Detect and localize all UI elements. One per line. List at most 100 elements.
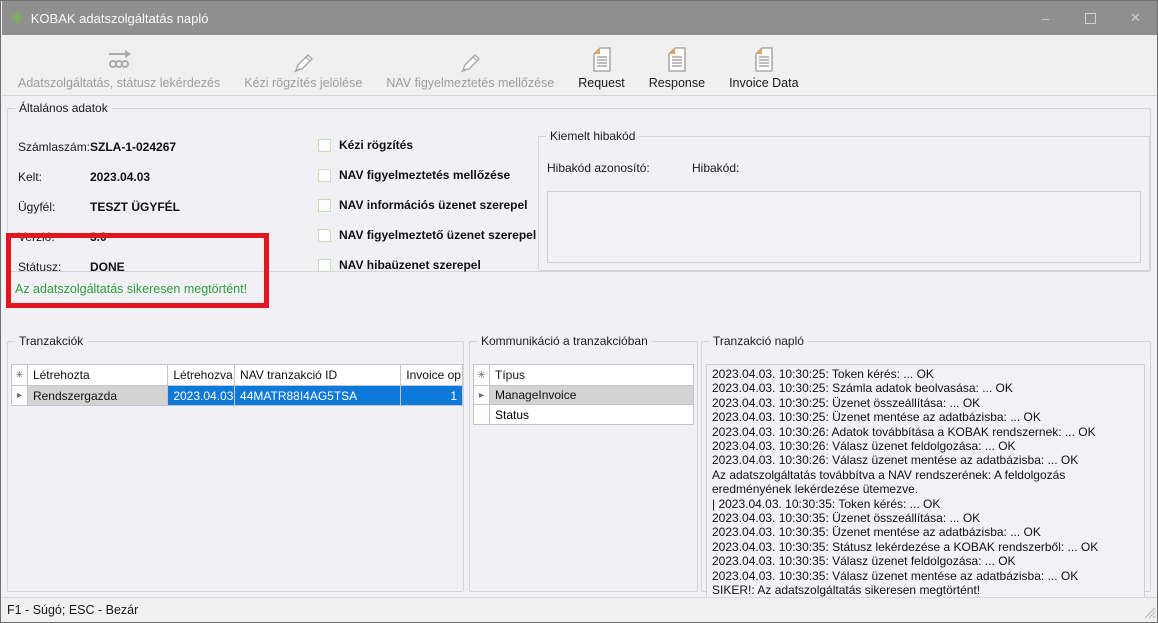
log-line: 2023.04.03. 10:30:26: Válasz üzenet ment… — [712, 453, 1139, 467]
toolbar-button-label: Response — [649, 76, 705, 90]
log-line: 2023.04.03. 10:30:25: Token kérés: ... O… — [712, 367, 1139, 381]
log-line: | 2023.04.03. 10:30:35: Token kérés: ...… — [712, 497, 1139, 511]
status-value: DONE — [90, 260, 125, 274]
log-line: 2023.04.03. 10:30:35: Üzenet összeállítá… — [712, 511, 1139, 525]
communication-row[interactable]: Status — [474, 405, 693, 424]
app-window: ❋ KOBAK adatszolgáltatás napló – ✕ Adats… — [0, 0, 1158, 623]
row-pointer-icon: ▸ — [12, 386, 28, 405]
log-line: Az adatszolgáltatás továbbítva a NAV ren… — [712, 468, 1139, 497]
resize-grip[interactable] — [1143, 606, 1156, 619]
toolbar-button-label: NAV figyelmeztetés mellőzése — [386, 76, 554, 90]
cell-nav-transaction-id[interactable]: 44MATR88I4AG5TSA — [235, 386, 401, 405]
column-header-type[interactable]: Típus — [490, 365, 693, 385]
toolbar-button-manual-entry[interactable]: Kézi rögzítés jelölése — [232, 35, 374, 95]
toolbar-button-label: Adatszolgáltatás, státusz lekérdezés — [18, 76, 220, 90]
success-message: Az adatszolgáltatás sikeresen megtörtént… — [15, 282, 247, 296]
transactions-group: Tranzakciók ✳ Létrehozta Létrehozva NAV … — [7, 334, 464, 592]
checkbox-label: Kézi rögzítés — [339, 138, 413, 152]
pen-icon — [290, 43, 316, 76]
toolbar-button-label: Kézi rögzítés jelölése — [244, 76, 362, 90]
log-line: 2023.04.03. 10:30:25: Üzenet összeállítá… — [712, 396, 1139, 410]
general-data-group-title: Általános adatok — [15, 101, 112, 115]
checkbox-nav-info-message[interactable]: NAV információs üzenet szerepel — [318, 198, 528, 212]
general-data-group: Általános adatok Számlaszám: SZLA-1-0242… — [7, 101, 1151, 272]
row-indicator-cell — [474, 405, 490, 424]
minimize-button[interactable]: – — [1023, 1, 1068, 35]
log-line: 2023.04.03. 10:30:25: Üzenet mentése az … — [712, 410, 1139, 424]
maximize-button[interactable] — [1068, 1, 1113, 35]
cell-type[interactable]: ManageInvoice — [490, 386, 693, 404]
app-icon: ❋ — [11, 11, 23, 25]
toolbar-button-label: Request — [578, 76, 625, 90]
log-line: SIKER!: Az adatszolgáltatás sikeresen me… — [712, 583, 1139, 597]
error-code-label: Hibakód: — [692, 161, 739, 175]
error-code-textarea[interactable] — [547, 191, 1141, 263]
error-code-id-label: Hibakód azonosító: — [547, 161, 650, 175]
customer-label: Ügyfél: — [18, 200, 55, 214]
invoice-number-label: Számlaszám: — [18, 140, 90, 154]
toolbar-button-request[interactable]: Request — [566, 35, 637, 95]
title-bar: ❋ KOBAK adatszolgáltatás napló – ✕ — [2, 1, 1158, 35]
cell-type[interactable]: Status — [490, 405, 693, 424]
status-bar: F1 - Súgó; ESC - Bezár — [2, 597, 1158, 621]
checkbox-nav-warning-message[interactable]: NAV figyelmeztető üzenet szerepel — [318, 228, 536, 242]
column-header-nav-transaction-id[interactable]: NAV tranzakció ID — [235, 365, 401, 385]
log-line: 2023.04.03. 10:30:35: Üzenet mentése az … — [712, 525, 1139, 539]
checkbox-manual-entry[interactable]: Kézi rögzítés — [318, 138, 413, 152]
invoice-number-value: SZLA-1-024267 — [90, 140, 176, 154]
caption-buttons: – ✕ — [1023, 1, 1158, 35]
log-line: 2023.04.03. 10:30:25: Számla adatok beol… — [712, 381, 1139, 395]
toolbar-button-label: Invoice Data — [729, 76, 798, 90]
toolbar-button-data-report-status[interactable]: Adatszolgáltatás, státusz lekérdezés — [6, 35, 232, 95]
cell-created-on[interactable]: 2023.04.03 — [168, 386, 235, 405]
issue-date-value: 2023.04.03 — [90, 170, 150, 184]
column-chooser-icon[interactable]: ✳ — [12, 365, 28, 385]
close-button[interactable]: ✕ — [1113, 1, 1158, 35]
toolbar-button-response[interactable]: Response — [637, 35, 717, 95]
transactions-group-title: Tranzakciók — [15, 334, 87, 348]
checkbox-nav-error-message[interactable]: NAV hibaüzenet szerepel — [318, 258, 481, 272]
checkbox-label: NAV figyelmeztető üzenet szerepel — [339, 228, 536, 242]
checkbox-label: NAV figyelmeztetés mellőzése — [339, 168, 510, 182]
checkbox-label: NAV hibaüzenet szerepel — [339, 258, 481, 272]
version-label: Verzió: — [18, 230, 55, 244]
checkbox-icon — [318, 199, 331, 212]
version-value: 3.0 — [90, 230, 107, 244]
log-line: 2023.04.03. 10:30:26: Adatok továbbítása… — [712, 425, 1139, 439]
transactions-row-selected[interactable]: ▸ Rendszergazda 2023.04.03 44MATR88I4AG5… — [12, 386, 462, 405]
document-icon — [591, 43, 613, 76]
issue-date-label: Kelt: — [18, 170, 42, 184]
toolbar-button-ignore-nav-warning[interactable]: NAV figyelmeztetés mellőzése — [374, 35, 566, 95]
toolbar-button-invoice-data[interactable]: Invoice Data — [717, 35, 810, 95]
communication-row-selected[interactable]: ▸ ManageInvoice — [474, 386, 693, 405]
toolbar: Adatszolgáltatás, státusz lekérdezés Kéz… — [2, 35, 1158, 96]
checkbox-icon — [318, 139, 331, 152]
checkbox-nav-warning-ignored[interactable]: NAV figyelmeztetés mellőzése — [318, 168, 510, 182]
window-title: KOBAK adatszolgáltatás napló — [31, 11, 209, 26]
transaction-log-textarea[interactable]: 2023.04.03. 10:30:25: Token kérés: ... O… — [706, 364, 1145, 598]
communication-group: Kommunikáció a tranzakcióban ✳ Típus ▸ M… — [469, 334, 698, 592]
transaction-log-group-title: Tranzakció napló — [709, 334, 808, 348]
log-line: 2023.04.03. 10:30:35: Válasz üzenet ment… — [712, 569, 1139, 583]
cell-created-by[interactable]: Rendszergazda — [28, 386, 168, 405]
transactions-header-row: ✳ Létrehozta Létrehozva NAV tranzakció I… — [12, 365, 462, 386]
pen-icon — [457, 43, 483, 76]
transaction-log-group: Tranzakció napló 2023.04.03. 10:30:25: T… — [701, 334, 1151, 592]
communication-header-row: ✳ Típus — [474, 365, 693, 386]
maximize-icon — [1085, 13, 1096, 24]
highlighted-error-group-title: Kiemelt hibakód — [546, 129, 639, 143]
log-line: 2023.04.03. 10:30:35: Válasz üzenet feld… — [712, 554, 1139, 568]
status-label: Státusz: — [18, 260, 61, 274]
column-header-created-by[interactable]: Létrehozta — [28, 365, 168, 385]
checkbox-icon — [318, 229, 331, 242]
document-icon — [666, 43, 688, 76]
send-status-icon — [103, 43, 135, 76]
communication-group-title: Kommunikáció a tranzakcióban — [477, 334, 652, 348]
cell-invoice-op[interactable]: 1 — [401, 386, 462, 405]
transactions-table: ✳ Létrehozta Létrehozva NAV tranzakció I… — [11, 364, 463, 406]
log-line: 2023.04.03. 10:30:35: Státusz lekérdezés… — [712, 540, 1139, 554]
column-chooser-icon[interactable]: ✳ — [474, 365, 490, 385]
column-header-created-on[interactable]: Létrehozva — [168, 365, 235, 385]
column-header-invoice-op[interactable]: Invoice op — [401, 365, 462, 385]
status-bar-hint: F1 - Súgó; ESC - Bezár — [7, 603, 138, 617]
